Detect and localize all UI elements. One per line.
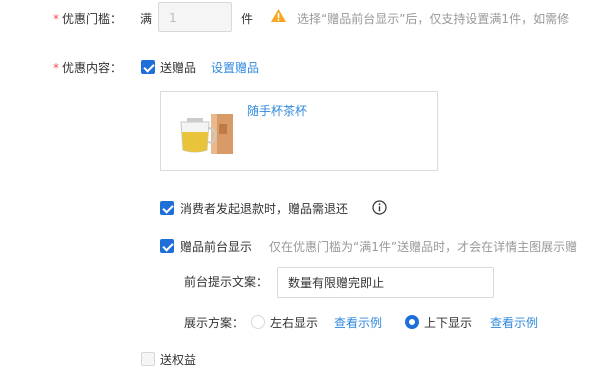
refund-checkbox[interactable] bbox=[160, 201, 174, 215]
gift-checkbox[interactable] bbox=[141, 60, 155, 74]
layout-option-top-bottom: 上下显示 bbox=[424, 316, 473, 330]
rights-option-label: 送权益 bbox=[160, 353, 197, 367]
required-mark: * bbox=[53, 12, 59, 26]
threshold-label: * 优惠门槛： bbox=[53, 12, 123, 26]
gift-option-label: 送赠品 bbox=[160, 61, 197, 75]
gift-card: 随手杯茶杯 bbox=[160, 91, 438, 171]
info-circle-icon[interactable] bbox=[372, 200, 387, 215]
layout-example-link-top-bottom[interactable]: 查看示例 bbox=[490, 314, 538, 331]
threshold-prefix: 满 bbox=[140, 12, 153, 26]
warning-icon bbox=[271, 9, 286, 22]
threshold-quantity-input[interactable]: 1 bbox=[158, 2, 232, 32]
display-option-hint: 仅在优惠门槛为“满1件”送赠品时，才会在详情主图展示赠 bbox=[269, 240, 578, 254]
layout-radio-top-bottom[interactable] bbox=[405, 315, 419, 329]
content-label: * 优惠内容： bbox=[53, 61, 123, 75]
threshold-unit: 件 bbox=[241, 12, 254, 26]
layout-option-left-right: 左右显示 bbox=[270, 316, 319, 330]
gift-name[interactable]: 随手杯茶杯 bbox=[247, 102, 307, 119]
display-option-label: 赠品前台显示 bbox=[180, 240, 253, 254]
layout-example-link-left-right[interactable]: 查看示例 bbox=[334, 314, 382, 331]
refund-option-label: 消费者发起退款时，赠品需退还 bbox=[180, 202, 349, 216]
glass-teacup-image bbox=[180, 114, 233, 154]
threshold-notice: 选择“赠品前台显示”后，仅支持设置满1件，如需修 bbox=[297, 12, 570, 26]
prompt-label: 前台提示文案： bbox=[184, 275, 269, 289]
layout-radio-left-right[interactable] bbox=[251, 315, 265, 329]
prompt-text-input[interactable]: 数量有限赠完即止 bbox=[277, 267, 494, 298]
set-gift-link[interactable]: 设置赠品 bbox=[211, 59, 259, 76]
layout-label: 展示方案： bbox=[184, 316, 245, 330]
rights-checkbox[interactable] bbox=[141, 352, 155, 366]
required-mark: * bbox=[53, 61, 59, 75]
display-checkbox[interactable] bbox=[160, 239, 174, 253]
